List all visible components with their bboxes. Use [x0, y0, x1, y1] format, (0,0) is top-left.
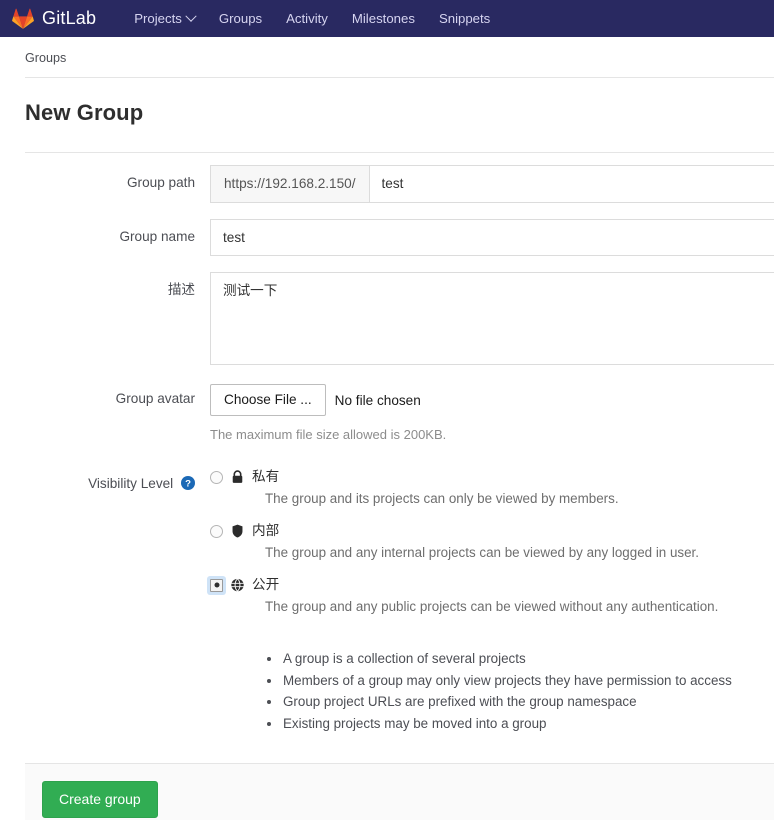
list-item: Members of a group may only view project… — [267, 670, 774, 692]
visibility-option-public[interactable]: 公开 The group and any public projects can… — [210, 577, 774, 614]
visibility-desc-internal: The group and any internal projects can … — [265, 545, 699, 561]
nav-item-groups[interactable]: Groups — [207, 2, 274, 35]
form-actions-footer: Create group — [25, 762, 774, 820]
visibility-radio-public[interactable] — [210, 578, 223, 592]
gitlab-brand-link[interactable]: GitLab — [12, 8, 96, 29]
visibility-desc-private: The group and its projects can only be v… — [265, 491, 619, 507]
nav-item-projects[interactable]: Projects — [122, 2, 207, 35]
breadcrumb-item-groups[interactable]: Groups — [25, 51, 66, 65]
nav-link-milestones[interactable]: Milestones — [340, 2, 427, 35]
page-title: New Group — [25, 100, 144, 125]
top-navbar: GitLab Projects Groups Activity Mileston… — [0, 0, 774, 37]
visibility-title-private: 私有 — [252, 469, 280, 485]
nav-link-snippets[interactable]: Snippets — [427, 2, 502, 35]
choose-file-button[interactable]: Choose File ... — [210, 384, 326, 417]
nav-item-milestones[interactable]: Milestones — [340, 2, 427, 35]
form-row-visibility: Visibility Level ? 私有 The group and its … — [0, 466, 774, 735]
nav-item-snippets[interactable]: Snippets — [427, 2, 502, 35]
visibility-title-internal: 内部 — [252, 523, 280, 539]
page-content: Groups New Group Group path https://192.… — [0, 37, 774, 820]
nav-links: Projects Groups Activity Milestones Snip… — [122, 2, 502, 35]
list-item: Existing projects may be moved into a gr… — [267, 713, 774, 735]
visibility-desc-public: The group and any public projects can be… — [265, 599, 719, 615]
list-item: Group project URLs are prefixed with the… — [267, 691, 774, 713]
visibility-label: Visibility Level — [88, 476, 174, 492]
visibility-options: 私有 The group and its projects can only b… — [210, 466, 774, 614]
group-path-prefix: https://192.168.2.150/ — [210, 165, 369, 203]
visibility-label-wrap: Visibility Level ? — [0, 466, 210, 493]
nav-link-activity[interactable]: Activity — [274, 2, 340, 35]
description-label: 描述 — [167, 282, 195, 298]
form-row-description: 描述 — [0, 272, 774, 366]
form-row-group-avatar: Group avatar Choose File ... No file cho… — [0, 381, 774, 442]
breadcrumb: Groups — [0, 37, 774, 77]
avatar-help-text: The maximum file size allowed is 200KB. — [210, 427, 447, 443]
svg-text:?: ? — [185, 479, 191, 490]
gitlab-tanuki-logo — [12, 8, 34, 29]
nav-link-groups[interactable]: Groups — [207, 2, 274, 35]
chevron-down-icon — [185, 10, 197, 22]
group-name-input[interactable] — [210, 218, 774, 257]
visibility-option-private-head: 私有 — [210, 469, 774, 485]
form-row-group-path: Group path https://192.168.2.150/ — [0, 165, 774, 203]
visibility-radio-internal[interactable] — [210, 524, 223, 538]
description-textarea[interactable] — [210, 272, 774, 366]
visibility-control: 私有 The group and its projects can only b… — [210, 466, 774, 735]
question-circle-icon[interactable]: ? — [181, 476, 195, 491]
group-path-control: https://192.168.2.150/ — [210, 165, 774, 203]
description-control — [210, 272, 774, 366]
group-name-label: Group name — [119, 228, 195, 244]
group-name-control — [210, 218, 774, 257]
nav-link-projects-label: Projects — [134, 11, 182, 26]
group-path-label: Group path — [126, 175, 195, 190]
group-path-input[interactable] — [368, 165, 774, 203]
lock-icon — [232, 470, 243, 483]
nav-item-activity[interactable]: Activity — [274, 2, 340, 35]
form-row-group-name: Group name — [0, 218, 774, 257]
group-path-input-group: https://192.168.2.150/ — [210, 165, 774, 203]
new-group-form: Group path https://192.168.2.150/ Group … — [0, 153, 774, 820]
visibility-title-public: 公开 — [252, 577, 280, 593]
visibility-radio-private[interactable] — [210, 470, 223, 484]
visibility-option-internal[interactable]: 内部 The group and any internal projects c… — [210, 523, 774, 560]
file-status-text: No file chosen — [334, 392, 421, 408]
list-item: A group is a collection of several proje… — [267, 648, 774, 670]
visibility-option-private[interactable]: 私有 The group and its projects can only b… — [210, 469, 774, 506]
group-avatar-label: Group avatar — [115, 391, 195, 407]
group-info-bullets: A group is a collection of several proje… — [210, 614, 774, 735]
visibility-option-internal-head: 内部 — [210, 523, 774, 539]
create-group-button[interactable]: Create group — [42, 780, 158, 818]
globe-icon — [231, 578, 244, 592]
shield-icon — [232, 524, 243, 538]
visibility-option-public-head: 公开 — [210, 577, 774, 593]
group-avatar-control: Choose File ... No file chosen The maxim… — [210, 381, 774, 442]
nav-link-projects[interactable]: Projects — [122, 2, 207, 35]
brand-title: GitLab — [42, 8, 97, 28]
file-chooser-row: Choose File ... No file chosen — [210, 381, 774, 417]
